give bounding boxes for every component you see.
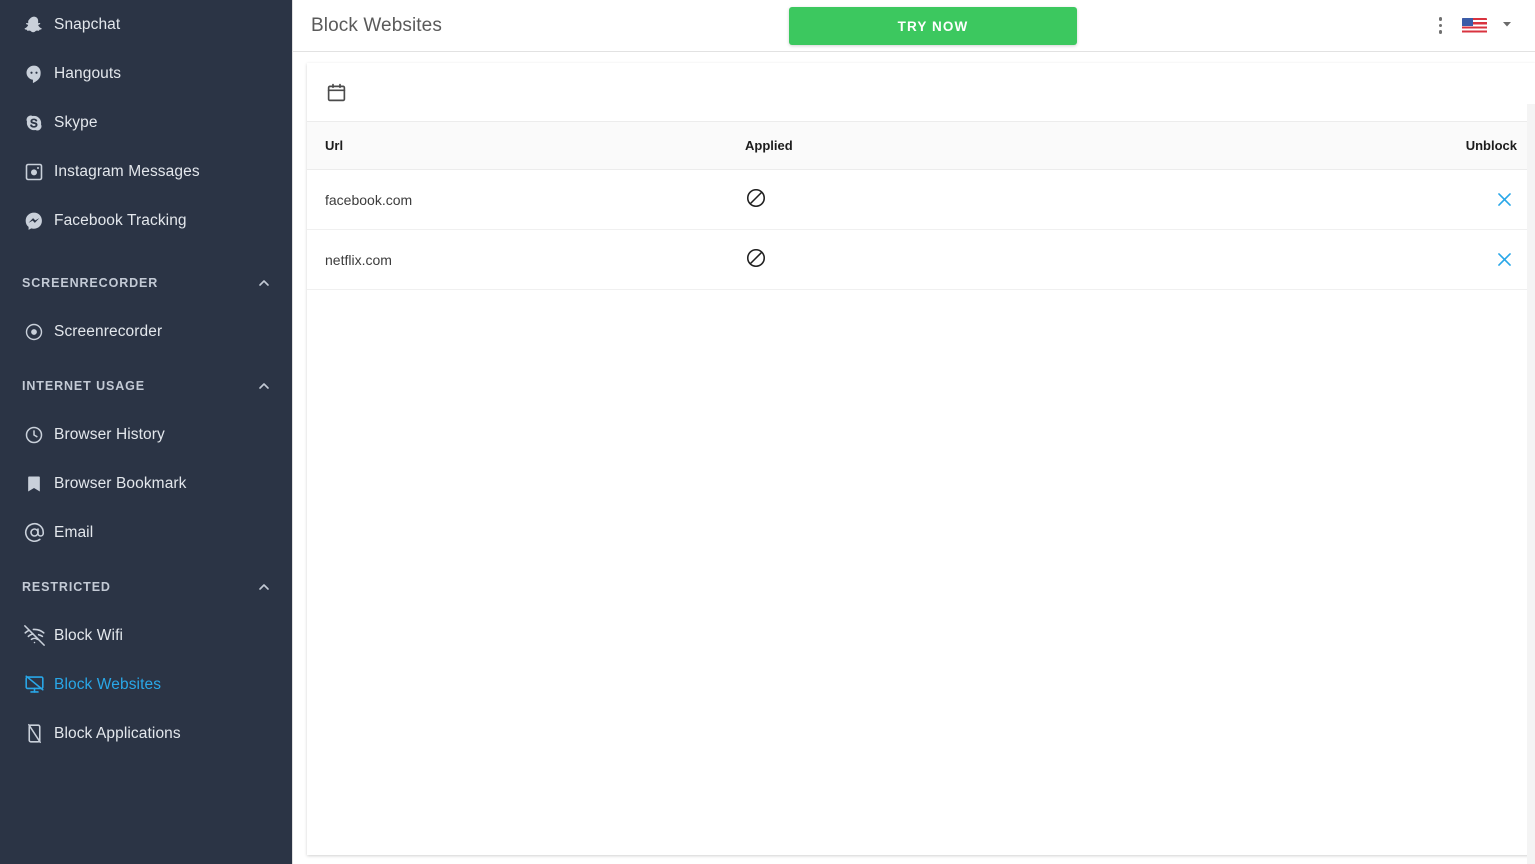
main-area: Block Websites TRY NOW Url Applied Unblo… (292, 0, 1535, 864)
close-x-icon[interactable] (1491, 247, 1517, 273)
at-sign-icon (14, 522, 54, 543)
table-header: Url Applied Unblock (307, 121, 1535, 170)
phone-off-icon (14, 723, 54, 744)
sidebar-item-label: Block Wifi (54, 626, 124, 644)
cell-applied (727, 229, 1367, 290)
bookmark-icon (14, 474, 54, 494)
column-header-applied[interactable]: Applied (727, 121, 1367, 170)
record-dot-icon (14, 322, 54, 342)
table-row[interactable]: netflix.com (307, 229, 1535, 290)
cell-url: facebook.com (307, 169, 727, 230)
hangouts-icon (14, 64, 54, 84)
try-now-button[interactable]: TRY NOW (789, 7, 1077, 45)
clock-icon (14, 425, 54, 445)
sidebar-item-email[interactable]: Email (0, 508, 292, 557)
calendar-icon[interactable] (321, 77, 351, 107)
snapchat-ghost-icon (14, 15, 54, 35)
chevron-up-icon[interactable] (256, 579, 272, 595)
close-x-icon[interactable] (1491, 187, 1517, 213)
content-area: Url Applied Unblock facebook.com netflix… (293, 52, 1535, 864)
more-vertical-icon[interactable] (1433, 13, 1449, 38)
sidebar-item-block-applications[interactable]: Block Applications (0, 709, 292, 758)
sidebar-item-label: Block Websites (54, 675, 162, 693)
table-row[interactable]: facebook.com (307, 169, 1535, 230)
sidebar-item-screenrecorder[interactable]: Screenrecorder (0, 307, 292, 356)
sidebar-group-restricted[interactable]: RESTRICTED (0, 563, 292, 611)
sidebar-item-label: Snapchat (54, 15, 121, 33)
block-websites-card: Url Applied Unblock facebook.com netflix… (307, 63, 1535, 855)
sidebar-group-internet-usage[interactable]: INTERNET USAGE (0, 362, 292, 410)
monitor-off-icon (14, 674, 54, 695)
sidebar-item-block-wifi[interactable]: Block Wifi (0, 611, 292, 660)
sidebar-group-title: INTERNET USAGE (22, 379, 146, 393)
sidebar-group-title: SCREENRECORDER (22, 276, 159, 290)
top-bar: Block Websites TRY NOW (293, 0, 1535, 52)
cell-unblock (1367, 169, 1535, 230)
sidebar-item-snapchat[interactable]: Snapchat (0, 0, 292, 49)
cell-applied (727, 169, 1367, 230)
messenger-icon (14, 211, 54, 231)
app-root: Snapchat Hangouts Skype Instagram Messag… (0, 0, 1535, 864)
chevron-up-icon[interactable] (256, 378, 272, 394)
top-bar-actions (1433, 13, 1520, 38)
column-header-url[interactable]: Url (307, 121, 727, 170)
sidebar-item-label: Instagram Messages (54, 162, 200, 180)
skype-icon (14, 113, 54, 133)
sidebar-item-label: Facebook Tracking (54, 211, 187, 229)
block-circle-icon (745, 247, 767, 269)
sidebar-item-hangouts[interactable]: Hangouts (0, 49, 292, 98)
sidebar-item-label: Skype (54, 113, 98, 131)
cell-unblock (1367, 229, 1535, 290)
sidebar-group-title: RESTRICTED (22, 580, 111, 594)
sidebar-item-label: Screenrecorder (54, 322, 163, 340)
sidebar-item-instagram-messages[interactable]: Instagram Messages (0, 147, 292, 196)
page-title: Block Websites (311, 14, 442, 36)
column-header-unblock[interactable]: Unblock (1367, 121, 1535, 170)
sidebar-group-screenrecorder[interactable]: SCREENRECORDER (0, 259, 292, 307)
blocked-sites-table: Url Applied Unblock facebook.com netflix… (307, 121, 1535, 290)
sidebar-item-browser-history[interactable]: Browser History (0, 410, 292, 459)
instagram-icon (14, 162, 54, 182)
usa-flag-icon[interactable] (1462, 17, 1487, 34)
card-toolbar (307, 63, 1535, 121)
sidebar-item-skype[interactable]: Skype (0, 98, 292, 147)
chevron-up-icon[interactable] (256, 275, 272, 291)
sidebar-item-label: Block Applications (54, 724, 181, 742)
wifi-off-icon (14, 625, 54, 646)
table-empty-space (307, 290, 1535, 855)
table-header-row: Url Applied Unblock (307, 121, 1535, 170)
sidebar-item-label: Browser Bookmark (54, 474, 187, 492)
right-gutter (1527, 104, 1535, 864)
cell-url: netflix.com (307, 229, 727, 290)
block-circle-icon (745, 187, 767, 209)
table-body: facebook.com netflix.com (307, 169, 1535, 290)
sidebar-item-browser-bookmark[interactable]: Browser Bookmark (0, 459, 292, 508)
caret-down-icon[interactable] (1501, 17, 1513, 35)
sidebar: Snapchat Hangouts Skype Instagram Messag… (0, 0, 292, 864)
sidebar-item-block-websites[interactable]: Block Websites (0, 660, 292, 709)
sidebar-item-label: Browser History (54, 425, 165, 443)
sidebar-item-label: Email (54, 523, 94, 541)
sidebar-item-facebook-tracking[interactable]: Facebook Tracking (0, 196, 292, 245)
sidebar-item-label: Hangouts (54, 64, 122, 82)
